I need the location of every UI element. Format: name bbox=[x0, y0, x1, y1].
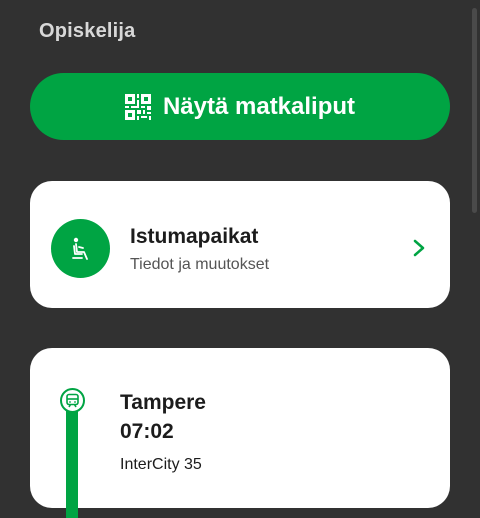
qr-code-icon bbox=[124, 93, 151, 120]
train-name: InterCity 35 bbox=[120, 456, 202, 473]
user-type-label: Opiskelija bbox=[39, 20, 136, 42]
departure-time: 07:02 bbox=[120, 420, 174, 443]
show-tickets-button[interactable]: Näytä matkaliput bbox=[30, 73, 450, 140]
seats-subtitle: Tiedot ja muutokset bbox=[130, 256, 270, 273]
seat-icon bbox=[51, 219, 110, 278]
chevron-right-icon bbox=[413, 239, 425, 257]
departure-station: Tampere bbox=[120, 391, 206, 414]
scrollbar[interactable] bbox=[472, 8, 477, 213]
show-tickets-label: Näytä matkaliput bbox=[162, 92, 356, 120]
seats-title: Istumapaikat bbox=[130, 225, 259, 248]
route-line bbox=[66, 398, 78, 518]
seats-card[interactable]: Istumapaikat Tiedot ja muutokset bbox=[30, 181, 450, 308]
train-icon bbox=[60, 388, 85, 413]
trip-card[interactable]: Tampere 07:02 InterCity 35 bbox=[30, 348, 450, 518]
